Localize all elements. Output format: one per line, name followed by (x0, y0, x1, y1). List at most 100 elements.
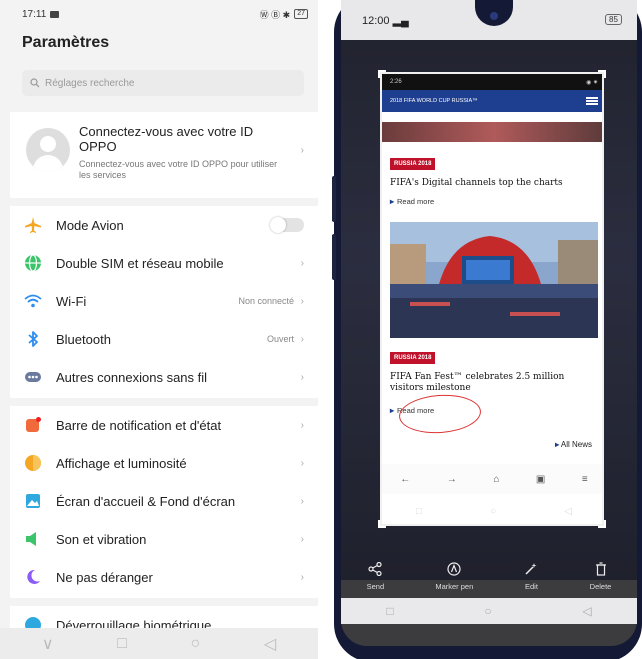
settings-item-airplane-mode[interactable]: Mode Avion (10, 206, 318, 244)
recent-apps-icon[interactable]: □ (386, 604, 393, 618)
moon-icon (24, 568, 42, 586)
edit-wand-icon (524, 562, 538, 578)
composite-screenshot: 17:11 Ⓦ Ⓑ ✱ 27 Paramètres Réglages reche… (0, 0, 642, 659)
settings-item-dual-sim[interactable]: Double SIM et réseau mobile › (10, 244, 318, 282)
settings-item-do-not-disturb[interactable]: Ne pas déranger › (10, 558, 318, 596)
signal-icon: ▂▄ (392, 15, 409, 27)
chevron-right-icon: › (300, 257, 304, 269)
recent-apps-icon[interactable]: □ (117, 635, 127, 653)
page-title: Paramètres (22, 34, 110, 51)
collapse-icon[interactable]: ∨ (42, 634, 54, 654)
screenshot-toolbar: Send Marker pen Edit Delete (341, 554, 637, 598)
trash-icon (594, 561, 608, 578)
display-section: Barre de notification et d'état › Affich… (10, 406, 318, 598)
back-arrow-icon[interactable]: ← (400, 474, 410, 485)
wifi-status: Non connecté (238, 296, 294, 306)
settings-item-other-connections[interactable]: Autres connexions sans fil › (10, 358, 318, 396)
navigation-bar: ∨ □ ○ ◁ (0, 628, 318, 659)
search-icon (30, 78, 40, 88)
preview-nav-bar: □ ○ ◁ (382, 496, 602, 524)
battery-icon: 85 (605, 14, 622, 25)
bluetooth-status: Ouvert (266, 334, 294, 344)
settings-item-sound-vibration[interactable]: Son et vibration › (10, 520, 318, 558)
home-icon[interactable]: ⌂ (493, 474, 499, 485)
brightness-icon (24, 454, 42, 472)
article-tag: RUSSIA 2018 (390, 352, 436, 364)
settings-item-label: Autres connexions sans fil (56, 369, 208, 385)
tabs-icon[interactable]: ▣ (536, 474, 545, 485)
account-subtitle: Connectez-vous avec votre ID OPPO pour u… (79, 159, 278, 180)
sound-icon (24, 530, 42, 548)
home-icon[interactable]: ○ (484, 604, 491, 618)
crop-handle[interactable] (598, 70, 606, 78)
article-tag: RUSSIA 2018 (390, 158, 436, 170)
settings-item-label: Son et vibration (56, 531, 147, 547)
account-login-row[interactable]: Connectez-vous avec votre ID OPPO Connec… (10, 112, 318, 190)
chevron-right-icon: › (300, 571, 304, 583)
menu-icon[interactable]: ≡ (582, 474, 588, 485)
settings-item-home-wallpaper[interactable]: Écran d'accueil & Fond d'écran › (10, 482, 318, 520)
crop-handle[interactable] (378, 520, 386, 528)
settings-item-display-brightness[interactable]: Affichage et luminosité › (10, 444, 318, 482)
article-headline[interactable]: FIFA Fan Fest™ celebrates 2.5 million vi… (390, 372, 598, 394)
navigation-bar: □ ○ ◁ (341, 598, 637, 624)
chevron-right-icon: › (300, 371, 304, 383)
edit-button[interactable]: Edit (524, 562, 538, 591)
home-icon[interactable]: ○ (191, 635, 201, 653)
battery-icon: 27 (294, 9, 308, 19)
settings-item-label: Double SIM et réseau mobile (56, 255, 224, 271)
article-headline[interactable]: FIFA's Digital channels top the charts (390, 178, 598, 189)
wallpaper-icon (24, 492, 42, 510)
airplane-mode-toggle[interactable] (270, 217, 304, 233)
delete-button[interactable]: Delete (590, 561, 611, 591)
airplane-icon (24, 216, 42, 234)
settings-item-label: Affichage et luminosité (56, 455, 187, 471)
settings-item-notification-bar[interactable]: Barre de notification et d'état › (10, 406, 318, 444)
settings-item-label: Écran d'accueil & Fond d'écran (56, 493, 236, 509)
settings-item-bluetooth[interactable]: Bluetooth Ouvert › (10, 320, 318, 358)
search-input[interactable]: Réglages recherche (22, 70, 304, 96)
settings-item-label: Wi-Fi (56, 293, 87, 309)
home-icon: ○ (490, 505, 497, 517)
back-icon[interactable]: ◁ (582, 604, 591, 618)
chevron-right-icon: ▸ (390, 197, 395, 206)
settings-item-wifi[interactable]: Wi-Fi Non connecté › (10, 282, 318, 320)
site-title: 2018 FIFA WORLD CUP RUSSIA™ (390, 98, 478, 104)
preview-status-bar: 2:26 ◉ ✷ (382, 74, 602, 90)
marker-pen-icon (447, 561, 461, 578)
all-news-link[interactable]: ▸ All News (555, 440, 592, 449)
crop-handle[interactable] (378, 70, 386, 78)
back-icon[interactable]: ◁ (264, 634, 276, 654)
volume-button (332, 234, 336, 280)
hamburger-menu-icon (586, 97, 598, 105)
search-placeholder: Réglages recherche (45, 77, 135, 89)
crop-handle[interactable] (598, 520, 606, 528)
network-section: Mode Avion Double SIM et réseau mobile ›… (10, 206, 318, 398)
screenshot-preview[interactable]: 2:26 ◉ ✷ 2018 FIFA WORLD CUP RUSSIA™ RUS… (380, 72, 604, 526)
account-title: Connectez-vous avec votre ID OPPO (79, 124, 254, 154)
chevron-right-icon: › (300, 295, 304, 307)
article-image (382, 122, 602, 142)
chevron-right-icon: › (300, 145, 304, 156)
notification-icon (24, 416, 42, 434)
image-notification-icon (50, 10, 60, 18)
wifi-icon (24, 292, 42, 310)
share-icon (368, 561, 382, 578)
volume-button (332, 176, 336, 222)
recent-apps-icon: □ (416, 505, 423, 517)
status-bar: 17:11 Ⓦ Ⓑ ✱ 27 (0, 0, 318, 28)
marker-pen-button[interactable]: Marker pen (435, 561, 473, 591)
send-button[interactable]: Send (367, 561, 384, 591)
front-camera (490, 12, 498, 20)
chevron-right-icon: › (300, 333, 304, 345)
status-time: 17:11 (22, 8, 47, 20)
back-icon: ◁ (564, 505, 572, 517)
forward-arrow-icon[interactable]: → (447, 474, 457, 485)
chevron-right-icon: › (300, 457, 304, 469)
chevron-right-icon: › (300, 495, 304, 507)
read-more-link[interactable]: ▸ Read more (390, 197, 598, 206)
article-card: RUSSIA 2018 FIFA's Digital channels top … (382, 122, 602, 206)
browser-toolbar: ← → ⌂ ▣ ≡ (382, 464, 602, 494)
connections-icon (24, 368, 42, 386)
chevron-right-icon: ▸ (390, 406, 395, 415)
